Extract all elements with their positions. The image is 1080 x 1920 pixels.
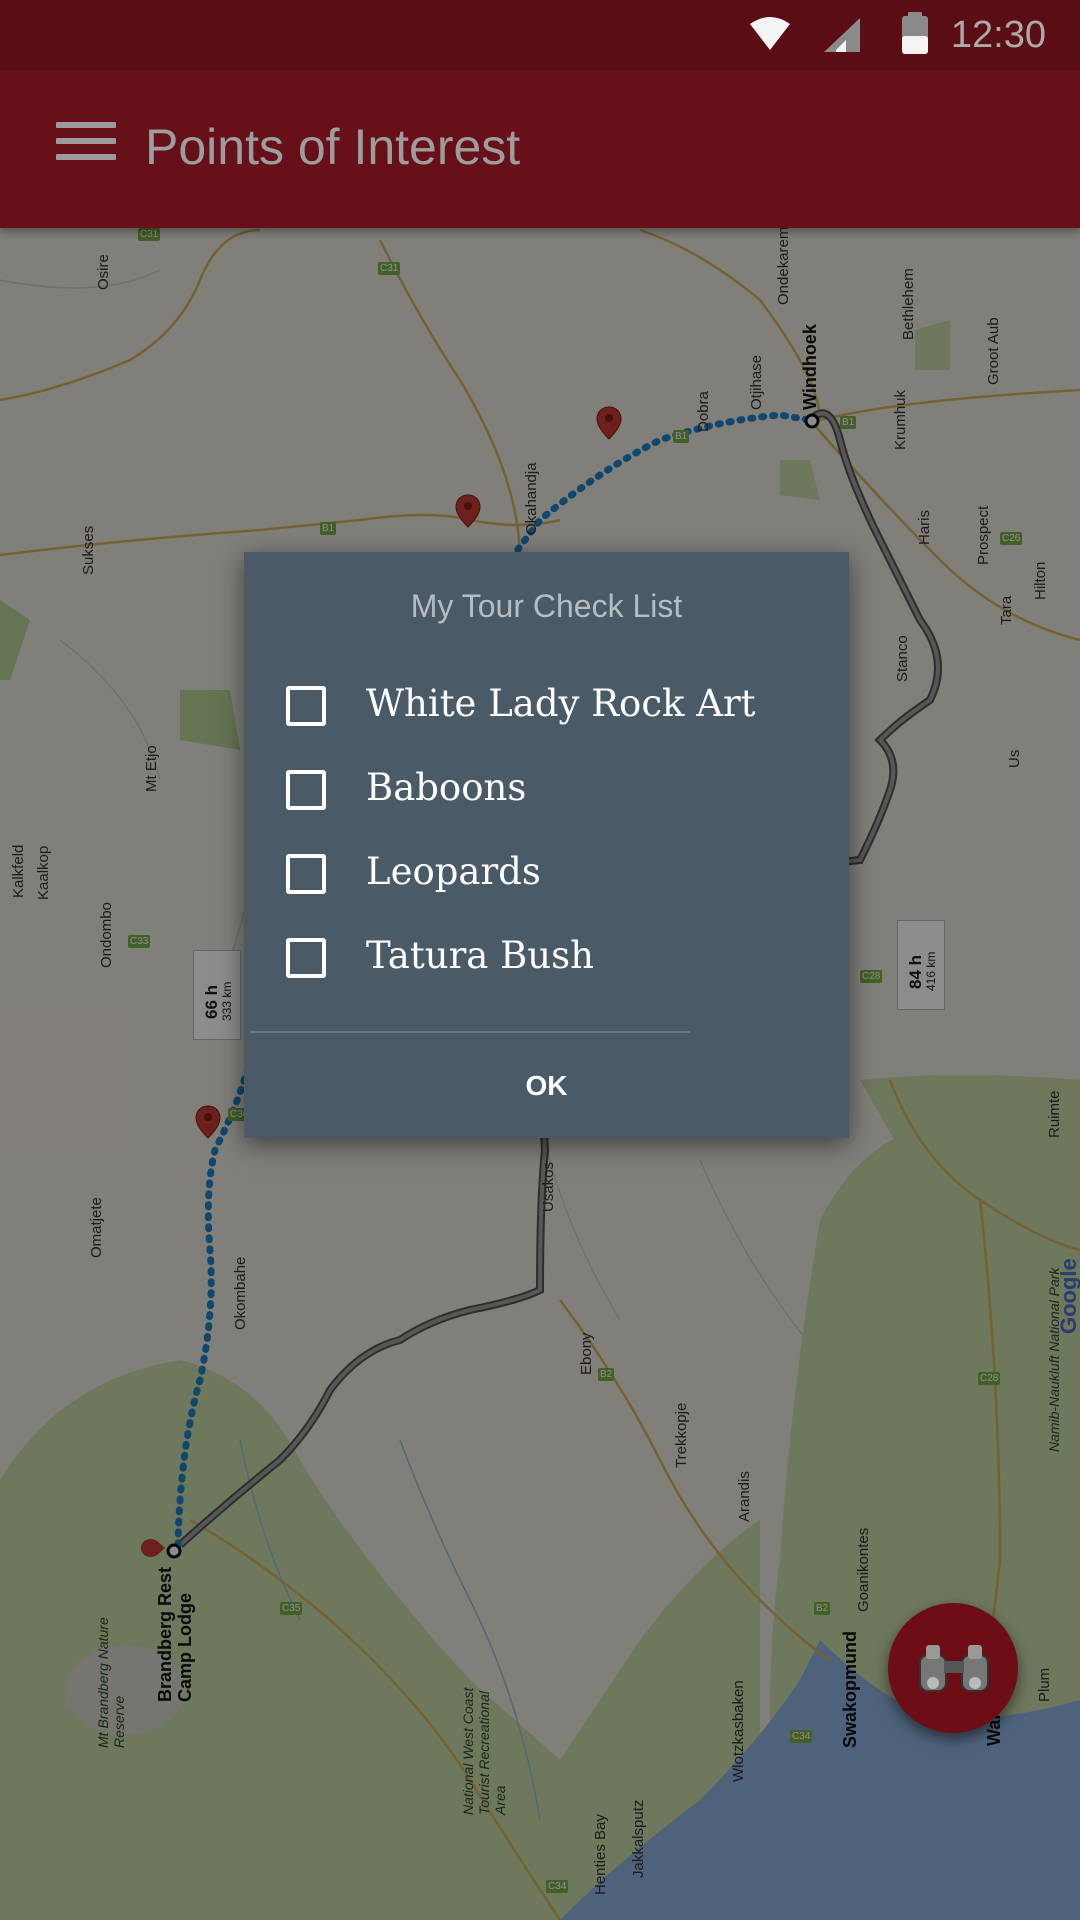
binoculars-icon [919,1645,989,1692]
checklist-dialog: My Tour Check List White Lady Rock Art B… [244,552,849,1138]
checkbox[interactable] [286,770,326,810]
app-bar: Points of Interest [0,70,1080,228]
ok-button[interactable]: OK [244,1050,849,1122]
checkbox[interactable] [286,854,326,894]
checklist-item-label: White Lady Rock Art [366,682,756,725]
checkbox[interactable] [286,686,326,726]
hamburger-menu-icon[interactable] [56,122,116,168]
checkbox[interactable] [286,938,326,978]
checklist-item-label: Tatura Bush [366,934,594,977]
checklist-item-baboons[interactable]: Baboons [286,764,806,824]
checklist-item-label: Baboons [366,766,527,809]
wifi-icon [750,17,790,50]
checklist-item-white-lady-rock-art[interactable]: White Lady Rock Art [286,680,806,740]
checklist-item-label: Leopards [366,850,541,893]
status-bar: 12:30 [0,0,1080,70]
status-time: 12:30 [950,14,1046,56]
checklist-item-leopards[interactable]: Leopards [286,848,806,908]
checklist-item-tatura-bush[interactable]: Tatura Bush [286,932,806,992]
battery-icon [902,12,928,54]
dialog-divider [250,1031,690,1033]
page-title: Points of Interest [145,119,521,175]
cellular-signal-icon [824,18,860,52]
dialog-title: My Tour Check List [410,588,683,624]
binoculars-fab-button[interactable] [888,1603,1018,1733]
